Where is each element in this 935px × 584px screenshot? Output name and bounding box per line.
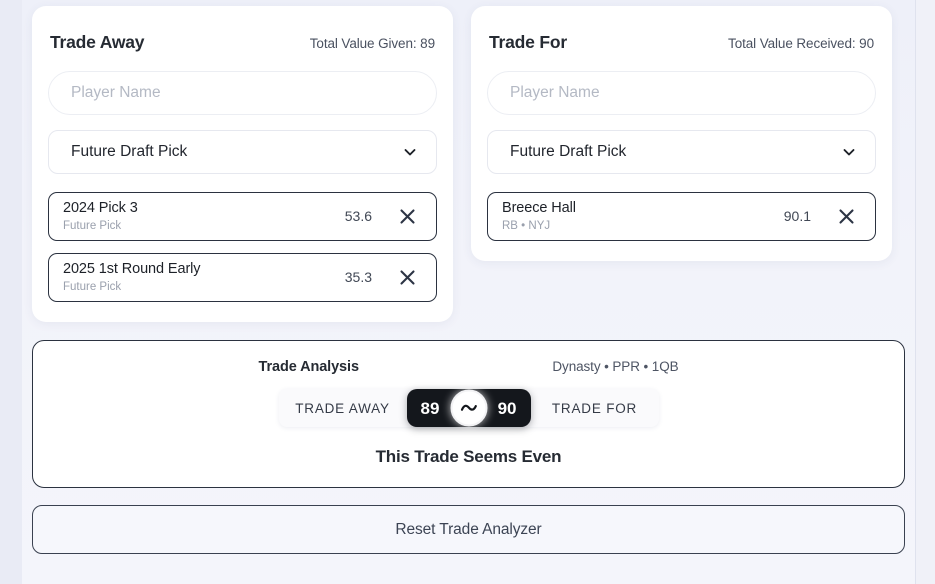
trade-away-header: Trade Away Total Value Given: 89 — [48, 32, 437, 53]
tilde-icon — [450, 389, 487, 427]
meter-score-for: 90 — [497, 398, 517, 418]
trade-for-panel: Trade For Total Value Received: 90 Futur… — [471, 6, 892, 261]
asset-subtitle: RB • NYJ — [502, 219, 551, 232]
asset-texts: Breece Hall RB • NYJ — [502, 200, 784, 232]
asset-subtitle: Future Pick — [63, 280, 122, 293]
meter-score-pill: 89 90 — [406, 389, 531, 427]
asset-name: 2025 1st Round Early — [63, 260, 201, 277]
trade-away-total-value: Total Value Given: 89 — [309, 36, 435, 51]
asset-value: 90.1 — [783, 208, 811, 224]
trade-analysis-card: Trade Analysis Dynasty • PPR • 1QB TRADE… — [32, 340, 905, 488]
table-row: Breece Hall RB • NYJ 90.1 — [487, 192, 876, 241]
remove-asset-button[interactable] — [394, 203, 420, 229]
table-row: 2025 1st Round Early Future Pick 35.3 — [48, 253, 437, 302]
close-icon — [398, 268, 417, 287]
asset-value: 53.6 — [344, 208, 372, 224]
content-area: Trade Away Total Value Given: 89 Future … — [22, 0, 915, 584]
asset-value: 35.3 — [344, 269, 372, 285]
remove-asset-button[interactable] — [833, 203, 859, 229]
asset-subtitle: Future Pick — [63, 219, 122, 232]
table-row: 2024 Pick 3 Future Pick 53.6 — [48, 192, 437, 241]
trade-away-asset-list: 2024 Pick 3 Future Pick 53.6 2025 1st Ro… — [48, 192, 437, 302]
meter-label-trade-away: TRADE AWAY — [295, 400, 390, 416]
meter-track: TRADE AWAY 89 90 TRADE FOR — [278, 389, 659, 427]
trade-for-title: Trade For — [489, 32, 567, 52]
trade-balance-meter: TRADE AWAY 89 90 TRADE FOR — [259, 389, 679, 427]
asset-name: 2024 Pick 3 — [63, 199, 138, 216]
trade-away-pick-select-wrap: Future Draft Pick — [48, 130, 437, 174]
trade-for-asset-list: Breece Hall RB • NYJ 90.1 — [487, 192, 876, 241]
meter-label-trade-for: TRADE FOR — [551, 400, 638, 416]
trade-for-pick-select-value: Future Draft Pick — [510, 143, 627, 160]
trade-away-pick-select-value: Future Draft Pick — [71, 143, 188, 160]
close-icon — [398, 207, 417, 226]
trade-verdict-text: This Trade Seems Even — [375, 447, 562, 466]
trade-analysis-header: Trade Analysis Dynasty • PPR • 1QB — [259, 359, 679, 375]
trade-away-panel: Trade Away Total Value Given: 89 Future … — [32, 6, 453, 322]
trade-for-player-search-input[interactable] — [487, 71, 876, 115]
remove-asset-button[interactable] — [394, 264, 420, 290]
close-icon — [837, 207, 856, 226]
trade-for-pick-select-wrap: Future Draft Pick — [487, 130, 876, 174]
trade-away-title: Trade Away — [50, 32, 145, 52]
trade-away-player-search-input[interactable] — [48, 71, 437, 115]
trade-for-total-value: Total Value Received: 90 — [728, 36, 874, 51]
trade-analysis-title: Trade Analysis — [258, 359, 360, 375]
asset-texts: 2025 1st Round Early Future Pick — [63, 261, 345, 293]
trade-for-header: Trade For Total Value Received: 90 — [487, 32, 876, 53]
trade-away-pick-select[interactable]: Future Draft Pick — [48, 130, 437, 174]
asset-name: Breece Hall — [502, 199, 576, 216]
meter-score-away: 89 — [420, 398, 440, 418]
trade-panels: Trade Away Total Value Given: 89 Future … — [22, 0, 915, 322]
trade-analyzer-page: Trade Away Total Value Given: 89 Future … — [0, 0, 935, 584]
page-scrollbar[interactable] — [915, 0, 935, 584]
trade-analysis-inner: Trade Analysis Dynasty • PPR • 1QB TRADE… — [259, 359, 679, 467]
left-gutter — [0, 0, 22, 584]
trade-for-pick-select[interactable]: Future Draft Pick — [487, 130, 876, 174]
league-format-label: Dynasty • PPR • 1QB — [552, 359, 679, 374]
reset-trade-analyzer-button[interactable]: Reset Trade Analyzer — [32, 505, 905, 554]
asset-texts: 2024 Pick 3 Future Pick — [63, 200, 345, 232]
